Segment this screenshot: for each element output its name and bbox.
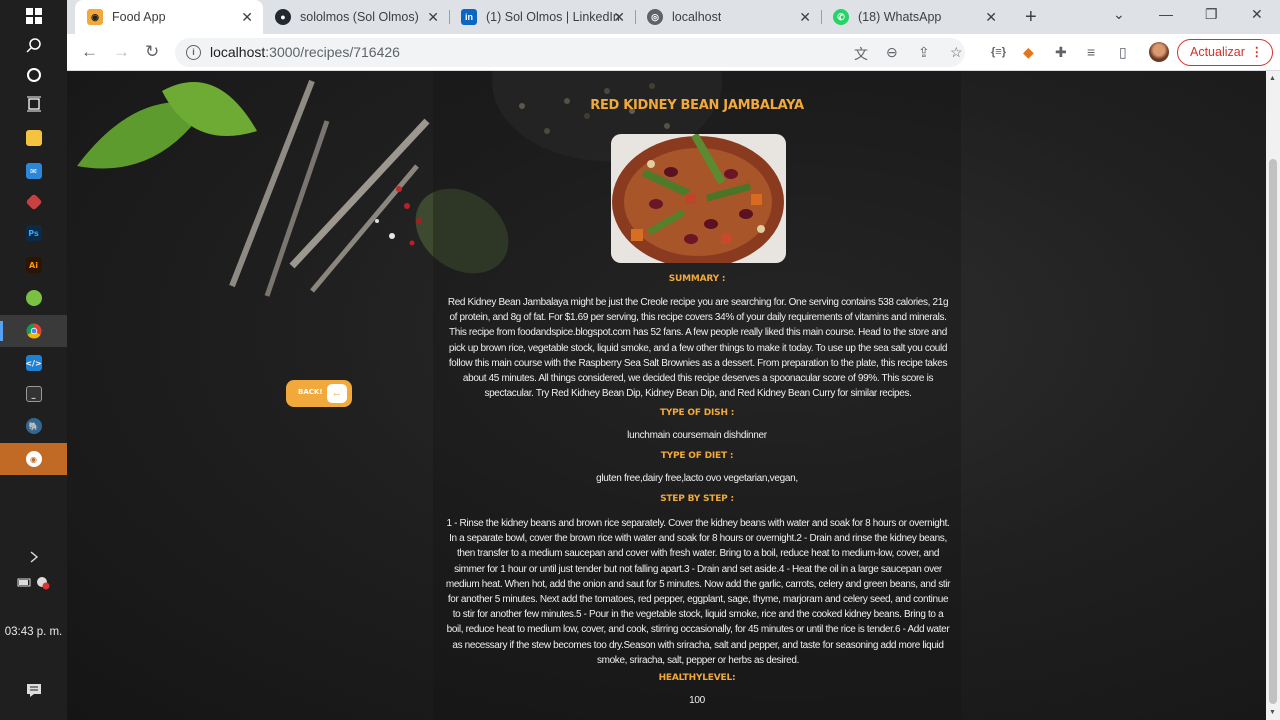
bookmark-star-icon[interactable]: ☆ xyxy=(950,44,963,61)
zoom-icon[interactable]: ⊖ xyxy=(886,44,898,61)
close-icon[interactable]: ✕ xyxy=(799,9,811,25)
close-icon[interactable]: ✕ xyxy=(427,9,439,25)
diet-type-label: TYPE OF DIET : xyxy=(660,451,734,461)
health-level-value: 100 xyxy=(689,695,705,706)
dish-type-label: TYPE OF DISH : xyxy=(659,408,735,418)
task-view-icon[interactable] xyxy=(0,88,67,120)
back-button[interactable]: BACK! ← xyxy=(286,380,352,407)
back-button-label: BACK! xyxy=(298,388,323,396)
tab-title: sololmos (Sol Olmos) xyxy=(300,10,419,24)
terminal-icon[interactable]: _ xyxy=(0,378,67,410)
scroll-down-icon[interactable]: ▼ xyxy=(1269,709,1276,716)
reload-icon[interactable]: ↻ xyxy=(145,42,159,62)
profile-avatar[interactable] xyxy=(1149,42,1169,62)
tab-title: (1) Sol Olmos | LinkedIn xyxy=(486,10,620,24)
side-panel-icon[interactable]: ▯ xyxy=(1119,43,1127,61)
address-bar[interactable]: i localhost:3000/recipes/716426 文 ⊖ ⇪ ☆ xyxy=(175,38,965,67)
close-icon[interactable]: ✕ xyxy=(985,9,997,25)
postgres-icon[interactable]: 🐘 xyxy=(0,410,67,442)
food-app-icon: ◉ xyxy=(87,9,103,25)
new-tab-button[interactable]: + xyxy=(1025,6,1037,28)
photoshop-icon[interactable]: Ps xyxy=(0,217,67,249)
restore-button[interactable]: ❐ xyxy=(1205,6,1218,23)
recipe-title: RED KIDNEY BEAN JAMBALAYA xyxy=(590,98,804,113)
minimize-button[interactable]: — xyxy=(1159,6,1173,22)
vscode-icon[interactable]: </> xyxy=(0,347,67,379)
extension-json-icon[interactable]: {≡} xyxy=(991,43,1006,61)
globe-icon: ◎ xyxy=(647,9,663,25)
recipe-image xyxy=(611,134,786,263)
summary-text: Red Kidney Bean Jambalaya might be just … xyxy=(447,297,949,400)
reading-list-icon[interactable]: ≡ xyxy=(1087,43,1095,61)
file-explorer-icon[interactable] xyxy=(0,122,67,154)
app-green-icon[interactable] xyxy=(0,282,67,314)
scroll-up-icon[interactable]: ▲ xyxy=(1269,75,1276,82)
update-button[interactable]: Actualizar ⋮ xyxy=(1177,39,1273,66)
tray-icons[interactable] xyxy=(0,566,67,598)
update-label: Actualizar xyxy=(1190,45,1245,59)
windows-taskbar: ✉ Ps Ai </> _ 🐘 ◉ 03:43 p. m. xyxy=(0,0,67,720)
close-icon[interactable]: ✕ xyxy=(613,9,625,25)
dish-type-value: lunchmain coursemain dishdinner xyxy=(627,430,767,441)
url-host: localhost xyxy=(210,44,266,60)
app-red-icon[interactable] xyxy=(0,186,67,218)
translate-icon[interactable]: 文 xyxy=(854,44,868,64)
forward-arrow-icon[interactable]: → xyxy=(113,42,130,62)
linkedin-icon: in xyxy=(461,9,477,25)
mail-icon[interactable]: ✉ xyxy=(0,155,67,187)
tab-search-icon[interactable]: ⌄ xyxy=(1113,6,1125,23)
diet-type-value: gluten free,dairy free,lacto ovo vegetar… xyxy=(596,473,798,484)
tab-linkedin[interactable]: in (1) Sol Olmos | LinkedIn ✕ xyxy=(449,0,635,34)
browser-tabstrip: ◉ Food App ✕ ● sololmos (Sol Olmos) ✕ in… xyxy=(67,0,1280,34)
notifications-icon[interactable] xyxy=(0,674,67,706)
tab-whatsapp[interactable]: ✆ (18) WhatsApp ✕ xyxy=(821,0,1007,34)
tab-title: (18) WhatsApp xyxy=(858,10,942,24)
tab-title: Food App xyxy=(112,10,166,24)
app-orange-icon[interactable]: ◉ xyxy=(0,443,67,475)
close-window-button[interactable]: ✕ xyxy=(1251,6,1263,23)
illustrator-icon[interactable]: Ai xyxy=(0,249,67,281)
whatsapp-icon: ✆ xyxy=(833,9,849,25)
close-icon[interactable]: ✕ xyxy=(241,9,253,25)
tab-food-app[interactable]: ◉ Food App ✕ xyxy=(75,0,263,34)
steps-text: 1 - Rinse the kidney beans and brown ric… xyxy=(445,518,951,666)
tab-title: localhost xyxy=(672,10,722,24)
summary-label: SUMMARY : xyxy=(668,274,726,284)
recipe-detail-page: RED KIDNEY BEAN JAMBALAYA SUMMARY : Red … xyxy=(67,71,1266,720)
back-arrow-icon[interactable]: ← xyxy=(81,42,98,62)
metamask-fox-icon[interactable]: ◆ xyxy=(1023,43,1034,61)
extensions-puzzle-icon[interactable]: ✚ xyxy=(1055,43,1067,61)
search-icon[interactable] xyxy=(0,29,67,61)
tab-github[interactable]: ● sololmos (Sol Olmos) ✕ xyxy=(263,0,449,34)
url-path: :3000/recipes/716426 xyxy=(265,44,400,60)
tab-localhost[interactable]: ◎ localhost ✕ xyxy=(635,0,821,34)
steps-label: STEP BY STEP : xyxy=(660,494,734,504)
github-icon: ● xyxy=(275,9,291,25)
url-text[interactable]: localhost:3000/recipes/716426 xyxy=(210,44,400,60)
windows-start-icon[interactable] xyxy=(0,0,67,32)
arrow-left-icon: ← xyxy=(327,384,347,403)
browser-toolbar: ← → ↻ i localhost:3000/recipes/716426 文 … xyxy=(67,34,1280,71)
health-level-label: HEALTHYLEVEL: xyxy=(658,673,736,683)
page-scrollbar[interactable]: ▲ ▼ xyxy=(1266,71,1280,720)
menu-dots-icon[interactable]: ⋮ xyxy=(1251,40,1264,65)
share-icon[interactable]: ⇪ xyxy=(918,44,930,61)
taskbar-clock[interactable]: 03:43 p. m. xyxy=(0,626,67,638)
chrome-icon[interactable] xyxy=(0,315,67,347)
site-info-icon[interactable]: i xyxy=(186,45,201,60)
scrollbar-thumb[interactable] xyxy=(1269,159,1277,704)
cortana-icon[interactable] xyxy=(0,59,67,91)
